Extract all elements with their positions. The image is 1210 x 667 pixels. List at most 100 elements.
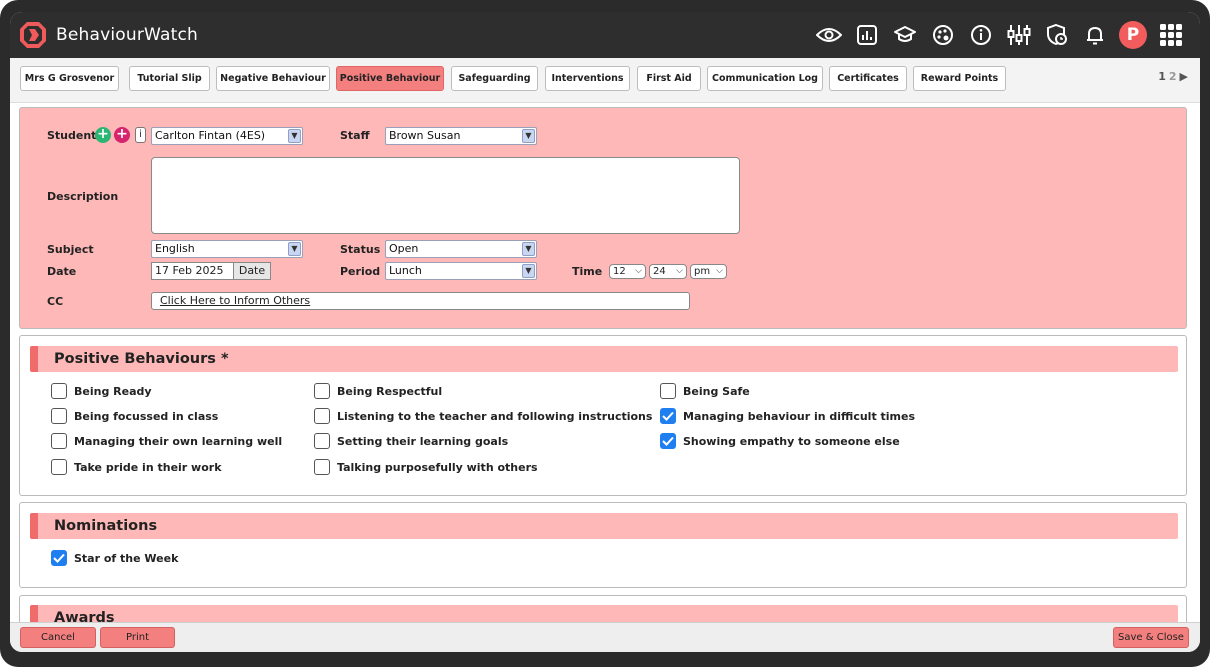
behaviour-label: Being focussed in class	[74, 409, 219, 423]
description-label: Description	[47, 190, 119, 203]
student-select[interactable]: Carlton Fintan (4ES) ▼	[151, 127, 303, 145]
avatar: P	[1119, 21, 1147, 49]
checkmark-icon	[53, 553, 65, 563]
bell-icon[interactable]	[1076, 16, 1114, 54]
behaviour-option[interactable]: Showing empathy to someone else	[660, 433, 900, 449]
chevron-down-icon: ▼	[522, 264, 535, 278]
behaviour-label: Setting their learning goals	[337, 434, 509, 448]
checkbox[interactable]	[51, 408, 67, 424]
time-minute-select[interactable]: 24 ⌵	[649, 264, 687, 279]
tab-communication-log[interactable]: Communication Log	[707, 66, 823, 91]
checkbox[interactable]	[314, 383, 330, 399]
app-name: BehaviourWatch	[56, 25, 198, 45]
checkbox[interactable]	[51, 433, 67, 449]
student-info-icon[interactable]: i	[135, 127, 146, 143]
positive-behaviours-heading: Positive Behaviours *	[30, 346, 1178, 372]
date-input[interactable]: 17 Feb 2025	[151, 262, 234, 280]
behaviour-option[interactable]: Managing their own learning well	[51, 433, 282, 449]
print-button[interactable]: Print	[100, 627, 175, 648]
chevron-down-icon: ⌵	[676, 266, 683, 276]
cancel-button[interactable]: Cancel	[20, 627, 96, 648]
checkbox-checked[interactable]	[660, 433, 676, 449]
time-ampm-value: pm	[694, 266, 711, 277]
user-avatar-button[interactable]: P	[1114, 16, 1152, 54]
subject-select[interactable]: English ▼	[151, 240, 303, 258]
tab-pager: 1 2 ▶	[1158, 70, 1188, 83]
behaviour-option[interactable]: Listening to the teacher and following i…	[314, 408, 652, 424]
chevron-down-icon: ▼	[288, 129, 301, 143]
behaviour-label: Being Ready	[74, 384, 152, 398]
subject-select-value: English	[155, 242, 195, 255]
date-picker-button[interactable]: Date	[233, 262, 271, 280]
tab-certificates[interactable]: Certificates	[829, 66, 907, 91]
tab-negative-behaviour[interactable]: Negative Behaviour	[216, 66, 330, 91]
page-1-link[interactable]: 1	[1158, 70, 1166, 83]
palette-icon[interactable]	[924, 16, 962, 54]
next-page-icon[interactable]: ▶	[1180, 70, 1188, 83]
incident-form: Student + + i Carlton Fintan (4ES) ▼ Sta…	[19, 107, 1187, 329]
eye-icon[interactable]	[810, 16, 848, 54]
graduation-cap-icon[interactable]	[886, 16, 924, 54]
time-ampm-select[interactable]: pm ⌵	[690, 264, 727, 279]
behaviourwatch-logo-icon	[20, 22, 46, 48]
time-label: Time	[572, 265, 603, 278]
checkbox-checked[interactable]	[51, 550, 67, 566]
tab-mrs-g-grosvenor[interactable]: Mrs G Grosvenor	[20, 66, 119, 91]
behaviour-label: Being Respectful	[337, 384, 443, 398]
tab-tutorial-slip[interactable]: Tutorial Slip	[129, 66, 210, 91]
cc-inform-others-field[interactable]: Click Here to Inform Others	[151, 292, 690, 310]
behaviour-option[interactable]: Managing behaviour in difficult times	[660, 408, 915, 424]
behaviour-label: Managing behaviour in difficult times	[683, 409, 916, 423]
bottom-action-bar: Cancel Print Save & Close	[10, 622, 1200, 652]
behaviour-option[interactable]: Being Ready	[51, 383, 152, 399]
cc-label: CC	[47, 295, 64, 308]
status-label: Status	[340, 243, 381, 256]
inform-others-link[interactable]: Click Here to Inform Others	[160, 294, 310, 307]
sliders-icon[interactable]	[1000, 16, 1038, 54]
tab-interventions[interactable]: Interventions	[545, 66, 630, 91]
behaviour-option[interactable]: Being focussed in class	[51, 408, 218, 424]
checkbox[interactable]	[51, 459, 67, 475]
brand[interactable]: BehaviourWatch	[18, 20, 198, 50]
chevron-down-icon: ▼	[522, 242, 535, 256]
top-icon-group: P	[810, 12, 1190, 58]
tab-positive-behaviour[interactable]: Positive Behaviour	[336, 66, 444, 91]
chevron-down-icon: ▼	[288, 242, 301, 256]
page-2-link[interactable]: 2	[1169, 70, 1177, 83]
nomination-option[interactable]: Star of the Week	[51, 550, 178, 566]
add-student-icon[interactable]: +	[95, 127, 111, 143]
checkbox[interactable]	[314, 433, 330, 449]
shield-clock-icon[interactable]	[1038, 16, 1076, 54]
positive-behaviours-section: Positive Behaviours * Being Ready Being …	[19, 335, 1187, 496]
add-multiple-students-icon[interactable]: +	[114, 127, 130, 143]
checkbox[interactable]	[51, 383, 67, 399]
top-navigation-bar: BehaviourWatch P	[10, 12, 1200, 58]
checkbox[interactable]	[314, 459, 330, 475]
chart-icon[interactable]	[848, 16, 886, 54]
app-screen: BehaviourWatch P Mrs G Grosvenor Tutoria…	[10, 12, 1200, 652]
behaviour-option[interactable]: Talking purposefully with others	[314, 459, 538, 475]
nominations-section: Nominations Star of the Week	[19, 502, 1187, 588]
period-select[interactable]: Lunch ▼	[385, 262, 537, 280]
behaviour-label: Showing empathy to someone else	[683, 434, 900, 448]
save-close-button[interactable]: Save & Close	[1113, 627, 1189, 648]
tab-first-aid[interactable]: First Aid	[637, 66, 701, 91]
tab-reward-points[interactable]: Reward Points	[913, 66, 1006, 91]
behaviour-option[interactable]: Setting their learning goals	[314, 433, 508, 449]
checkbox-checked[interactable]	[660, 408, 676, 424]
description-textarea[interactable]	[151, 157, 740, 234]
behaviour-option[interactable]: Take pride in their work	[51, 459, 222, 475]
behaviour-option[interactable]: Being Respectful	[314, 383, 442, 399]
time-hour-select[interactable]: 12 ⌵	[609, 264, 646, 279]
grid-icon[interactable]	[1152, 16, 1190, 54]
time-hour-value: 12	[613, 266, 626, 277]
status-select[interactable]: Open ▼	[385, 240, 537, 258]
period-label: Period	[340, 265, 381, 278]
student-label: Student	[47, 129, 97, 142]
staff-select[interactable]: Brown Susan ▼	[385, 127, 537, 145]
checkbox[interactable]	[314, 408, 330, 424]
tab-safeguarding[interactable]: Safeguarding	[451, 66, 538, 91]
info-icon[interactable]	[962, 16, 1000, 54]
checkbox[interactable]	[660, 383, 676, 399]
behaviour-option[interactable]: Being Safe	[660, 383, 750, 399]
